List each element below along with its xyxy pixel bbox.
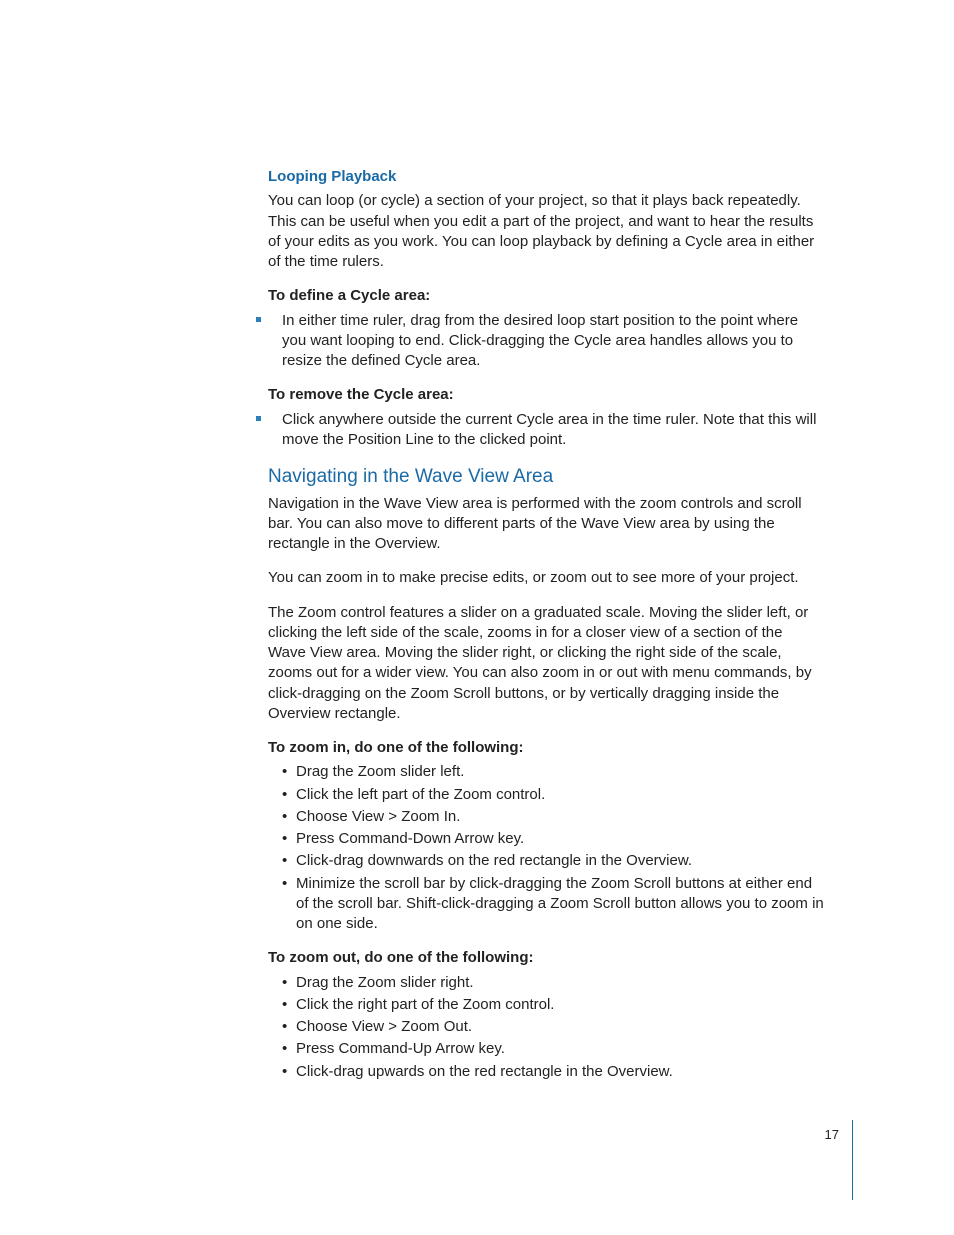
lead-define-cycle: To define a Cycle area: xyxy=(268,286,824,306)
list-item: Click anywhere outside the current Cycle… xyxy=(268,410,824,451)
lead-zoom-in: To zoom in, do one of the following: xyxy=(268,738,824,758)
side-rule xyxy=(852,1120,853,1200)
heading-looping-playback: Looping Playback xyxy=(268,167,824,187)
page-content: Looping Playback You can loop (or cycle)… xyxy=(0,0,954,1082)
para-nav-1: Navigation in the Wave View area is perf… xyxy=(268,494,824,555)
list-item: Choose View > Zoom Out. xyxy=(268,1017,824,1037)
list-item: Drag the Zoom slider left. xyxy=(268,762,824,782)
para-nav-2: You can zoom in to make precise edits, o… xyxy=(268,568,824,588)
list-item: Press Command-Down Arrow key. xyxy=(268,829,824,849)
para-looping-intro: You can loop (or cycle) a section of you… xyxy=(268,191,824,272)
list-zoom-out: Drag the Zoom slider right. Click the ri… xyxy=(268,973,824,1082)
list-item: In either time ruler, drag from the desi… xyxy=(268,311,824,372)
list-remove-cycle: Click anywhere outside the current Cycle… xyxy=(268,410,824,451)
list-item: Click the left part of the Zoom control. xyxy=(268,785,824,805)
page-number: 17 xyxy=(825,1126,839,1144)
list-zoom-in: Drag the Zoom slider left. Click the lef… xyxy=(268,762,824,934)
list-item: Minimize the scroll bar by click-draggin… xyxy=(268,874,824,935)
list-item: Click-drag upwards on the red rectangle … xyxy=(268,1062,824,1082)
list-item: Click the right part of the Zoom control… xyxy=(268,995,824,1015)
para-nav-3: The Zoom control features a slider on a … xyxy=(268,603,824,725)
list-item: Choose View > Zoom In. xyxy=(268,807,824,827)
list-item: Press Command-Up Arrow key. xyxy=(268,1039,824,1059)
list-item: Click-drag downwards on the red rectangl… xyxy=(268,851,824,871)
lead-zoom-out: To zoom out, do one of the following: xyxy=(268,948,824,968)
lead-remove-cycle: To remove the Cycle area: xyxy=(268,385,824,405)
list-define-cycle: In either time ruler, drag from the desi… xyxy=(268,311,824,372)
heading-navigating-wave-view: Navigating in the Wave View Area xyxy=(268,464,824,490)
list-item: Drag the Zoom slider right. xyxy=(268,973,824,993)
